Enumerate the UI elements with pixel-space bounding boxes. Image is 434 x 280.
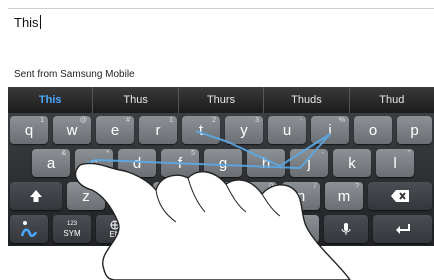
swype-key[interactable] [10, 215, 48, 243]
enter-key[interactable] [373, 215, 432, 243]
key-b[interactable]: 0 [239, 182, 277, 210]
signature-text: Sent from Samsung Mobile [14, 69, 135, 80]
suggestion-item[interactable]: This [8, 87, 94, 113]
key-y[interactable]: y3 [225, 116, 263, 144]
key-w[interactable]: w @ [53, 116, 91, 144]
key-m[interactable]: m? [325, 182, 363, 210]
key-d[interactable]: d [118, 149, 156, 177]
key-l[interactable]: l " [376, 149, 414, 177]
enter-arrow-icon [395, 224, 410, 234]
key-v[interactable]: 9 [196, 182, 234, 210]
key-s[interactable]: s * [75, 149, 113, 177]
phone-screen: This Sent from Samsung Mobile This Thus … [0, 0, 434, 280]
space-key[interactable] [139, 215, 319, 243]
message-editor[interactable]: This Sent from Samsung Mobile [8, 8, 434, 85]
keyboard: q1 w @ e # r1 t2 y3 u- i% o p a & s * d f5 g… [8, 113, 434, 246]
key-f[interactable]: f5 [161, 149, 199, 177]
key-k[interactable]: k [333, 149, 371, 177]
key-z[interactable]: z! [67, 182, 105, 210]
suggestion-item[interactable]: Thurs [179, 87, 265, 113]
globe-icon [110, 220, 120, 229]
shift-key[interactable] [10, 182, 62, 210]
key-a[interactable]: a & [32, 149, 70, 177]
text-cursor [39, 15, 41, 29]
key-p[interactable]: p [397, 116, 432, 144]
language-key[interactable]: EN [96, 215, 134, 243]
key-x[interactable]: x [110, 182, 148, 210]
message-text: This [14, 15, 41, 30]
microphone-icon [341, 223, 351, 235]
swype-logo-icon [20, 221, 38, 237]
key-o[interactable]: o [354, 116, 392, 144]
backspace-key[interactable] [368, 182, 432, 210]
key-c[interactable]: 8 [153, 182, 191, 210]
key-t[interactable]: t2 [182, 116, 220, 144]
key-r[interactable]: r1 [139, 116, 177, 144]
key-n[interactable]: n / [282, 182, 320, 210]
key-g[interactable]: g [204, 149, 242, 177]
sym-key[interactable]: 123 SYM [53, 215, 91, 243]
suggestion-bar: This Thus Thurs Thuds Thud [8, 87, 434, 113]
key-j[interactable]: j- [290, 149, 328, 177]
suggestion-item[interactable]: Thus [93, 87, 179, 113]
key-q[interactable]: q1 [10, 116, 48, 144]
key-u[interactable]: u- [268, 116, 306, 144]
key-i[interactable]: i% [311, 116, 349, 144]
suggestion-item[interactable]: Thuds [264, 87, 350, 113]
shift-arrow-icon [30, 190, 42, 202]
key-e[interactable]: e # [96, 116, 134, 144]
backspace-icon [391, 190, 409, 202]
suggestion-item[interactable]: Thud [350, 87, 434, 113]
key-h[interactable]: h [247, 149, 285, 177]
mic-key[interactable] [324, 215, 368, 243]
